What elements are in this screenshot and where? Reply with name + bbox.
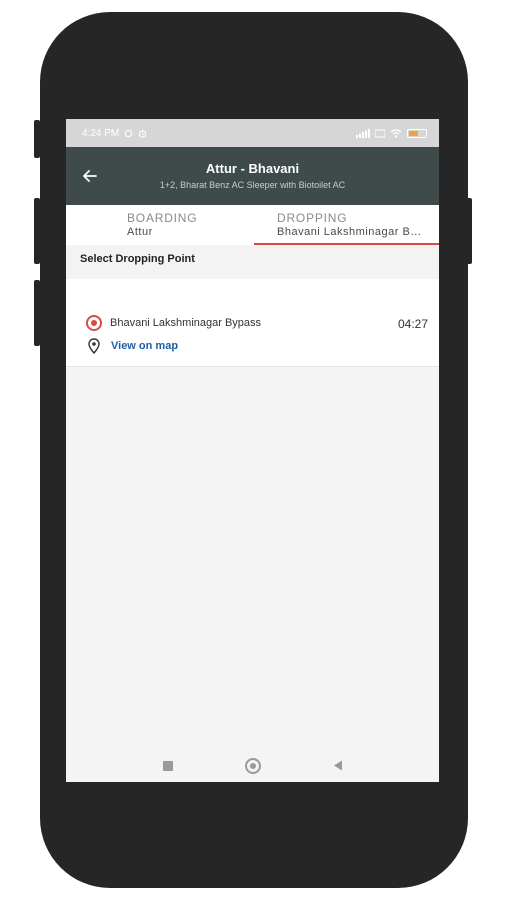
app-bar: Attur - Bhavani 1+2, Bharat Benz AC Slee…: [66, 147, 439, 205]
recent-apps-button[interactable]: [148, 749, 188, 782]
home-button[interactable]: [233, 749, 273, 782]
empty-content-area: [66, 367, 439, 749]
section-header: Select Dropping Point: [66, 245, 439, 279]
tab-dropping[interactable]: DROPPING Bhavani Lakshminagar Bypass: [254, 211, 439, 245]
dropping-point-list: Bhavani Lakshminagar Bypass 04:27 View o…: [66, 279, 439, 367]
tab-boarding[interactable]: BOARDING Attur: [127, 211, 247, 245]
radio-selected-icon[interactable]: [86, 315, 102, 331]
nav-back-button[interactable]: [318, 749, 358, 782]
bus-type-subtitle: 1+2, Bharat Benz AC Sleeper with Biotoil…: [159, 180, 346, 190]
section-title: Select Dropping Point: [80, 253, 195, 265]
status-time: 4:24 PM: [82, 127, 120, 139]
home-icon: [245, 757, 261, 774]
tab-label: BOARDING: [127, 211, 198, 225]
sync-icon: [125, 129, 133, 137]
alarm-icon: [139, 129, 147, 138]
nav-back-icon: [334, 760, 342, 771]
system-nav-bar: [66, 749, 439, 782]
recent-apps-icon: [163, 760, 173, 771]
tab-value: Attur: [127, 226, 153, 238]
battery-icon: [407, 128, 427, 138]
radio-dot: [91, 320, 97, 326]
tab-value: Bhavani Lakshminagar Bypass: [277, 226, 427, 238]
tab-label: DROPPING: [277, 211, 348, 225]
phone-screen: 4:24 PM Attur - Bhavani 1+2, Bharat Benz…: [66, 119, 439, 782]
dropping-point-name: Bhavani Lakshminagar Bypass: [110, 317, 262, 329]
battery-level: [409, 130, 418, 136]
wifi-icon: [390, 128, 402, 138]
status-bar: 4:24 PM: [66, 119, 439, 147]
route-title: Attur - Bhavani: [205, 161, 300, 176]
list-item[interactable]: Bhavani Lakshminagar Bypass 04:27 View o…: [66, 279, 439, 367]
view-on-map-link[interactable]: View on map: [111, 340, 178, 352]
point-tabs: BOARDING Attur DROPPING Bhavani Lakshmin…: [66, 205, 439, 245]
volte-icon: [375, 129, 385, 137]
dropping-point-time: 04:27: [397, 317, 428, 331]
signal-icon: [356, 128, 370, 138]
map-pin-icon: [88, 338, 100, 354]
